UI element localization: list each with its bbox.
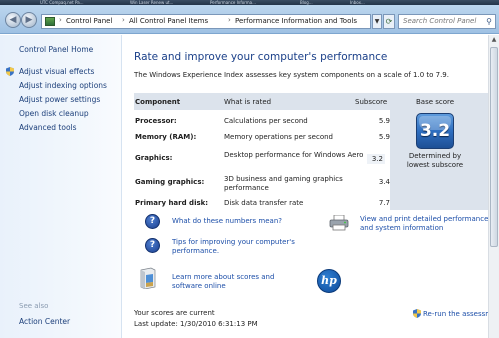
- help-question-icon: ?: [145, 238, 160, 253]
- sidebar-item-advanced-tools[interactable]: Advanced tools: [19, 123, 77, 132]
- subscore: 5.9: [378, 133, 390, 141]
- scroll-up-icon[interactable]: ▲: [489, 35, 499, 45]
- shield-icon: [6, 67, 14, 76]
- sidebar-item-power[interactable]: Adjust power settings: [19, 95, 100, 104]
- vertical-scrollbar[interactable]: ▲: [488, 35, 499, 338]
- header-subscore: Subscore: [355, 98, 388, 106]
- sidebar-item-action-center[interactable]: Action Center: [19, 317, 70, 326]
- back-button[interactable]: ◀: [5, 12, 21, 28]
- printer-icon: [329, 215, 349, 231]
- header-component: Component: [135, 98, 181, 106]
- subscore: 5.9: [378, 117, 390, 125]
- component-name: Gaming graphics:: [135, 178, 205, 186]
- forward-button[interactable]: ▶: [21, 12, 37, 28]
- subscore: 7.7: [378, 199, 390, 207]
- address-dropdown-button[interactable]: ▼: [372, 14, 382, 29]
- subscore-lowest: 3.2: [367, 154, 385, 164]
- component-name: Memory (RAM):: [135, 133, 197, 141]
- what-rated: Desktop performance for Windows Aero: [224, 151, 364, 159]
- last-update-text: Last update: 1/30/2010 6:31:13 PM: [134, 320, 258, 328]
- address-field[interactable]: › Control Panel › All Control Panel Item…: [41, 14, 371, 29]
- learn-more-link[interactable]: Learn more about scores and software onl…: [172, 273, 302, 291]
- print-details-link[interactable]: View and print detailed performance and …: [360, 215, 495, 233]
- numbers-meaning-link[interactable]: What do these numbers mean?: [172, 217, 282, 226]
- breadcrumb-separator-icon[interactable]: ›: [122, 16, 125, 24]
- component-name: Processor:: [135, 117, 177, 125]
- sidebar-item-disk-cleanup[interactable]: Open disk cleanup: [19, 109, 89, 118]
- component-name: Graphics:: [135, 154, 173, 162]
- table-body: Processor: Calculations per second 5.9 M…: [134, 110, 390, 210]
- address-bar: ◀ ▶ › Control Panel › All Control Panel …: [0, 5, 499, 34]
- base-score-badge: 3.2: [416, 113, 454, 149]
- chevron-down-icon: ▼: [374, 18, 380, 25]
- software-box-icon: [140, 267, 156, 289]
- main-content: Rate and improve your computer's perform…: [123, 35, 499, 338]
- back-arrow-icon: ◀: [9, 15, 17, 25]
- search-icon[interactable]: ⚲: [486, 17, 492, 26]
- component-name: Primary hard disk:: [135, 199, 209, 207]
- sidebar-home-link[interactable]: Control Panel Home: [19, 45, 93, 54]
- what-rated: 3D business and gaming graphics performa…: [224, 175, 343, 192]
- help-question-icon: ?: [145, 214, 160, 229]
- tips-link[interactable]: Tips for improving your computer's perfo…: [172, 238, 312, 256]
- search-input[interactable]: Search Control Panel ⚲: [398, 14, 496, 29]
- control-panel-icon: [45, 17, 55, 26]
- hp-logo-icon[interactable]: hp: [317, 269, 341, 293]
- refresh-icon: ⟳: [385, 17, 393, 26]
- header-base-score: Base score: [416, 98, 455, 106]
- page-title: Rate and improve your computer's perform…: [134, 51, 388, 63]
- sidebar-item-visual-effects[interactable]: Adjust visual effects: [19, 67, 94, 76]
- what-rated: Disk data transfer rate: [224, 199, 304, 207]
- base-score-caption: Determined by lowest subscore: [406, 152, 464, 169]
- breadcrumb-separator-icon[interactable]: ›: [59, 16, 62, 24]
- see-also-heading: See also: [19, 302, 49, 310]
- breadcrumb-separator-icon[interactable]: ›: [228, 16, 231, 24]
- shield-icon: [413, 309, 421, 318]
- scores-current-text: Your scores are current: [134, 309, 215, 317]
- forward-arrow-icon: ▶: [25, 15, 33, 25]
- sidebar-item-indexing[interactable]: Adjust indexing options: [19, 81, 107, 90]
- intro-text: The Windows Experience Index assesses ke…: [134, 71, 449, 79]
- sidebar: Control Panel Home Adjust visual effects…: [0, 35, 122, 338]
- breadcrumb-performance[interactable]: Performance Information and Tools: [235, 17, 357, 25]
- breadcrumb-control-panel[interactable]: Control Panel: [66, 17, 112, 25]
- header-what-rated: What is rated: [224, 98, 272, 106]
- what-rated: Calculations per second: [224, 117, 308, 125]
- breadcrumb-all-items[interactable]: All Control Panel Items: [129, 17, 208, 25]
- scroll-thumb[interactable]: [490, 47, 498, 247]
- refresh-button[interactable]: ⟳: [383, 14, 395, 29]
- what-rated: Memory operations per second: [224, 133, 333, 141]
- subscore: 3.4: [378, 178, 390, 186]
- search-placeholder: Search Control Panel: [403, 17, 477, 25]
